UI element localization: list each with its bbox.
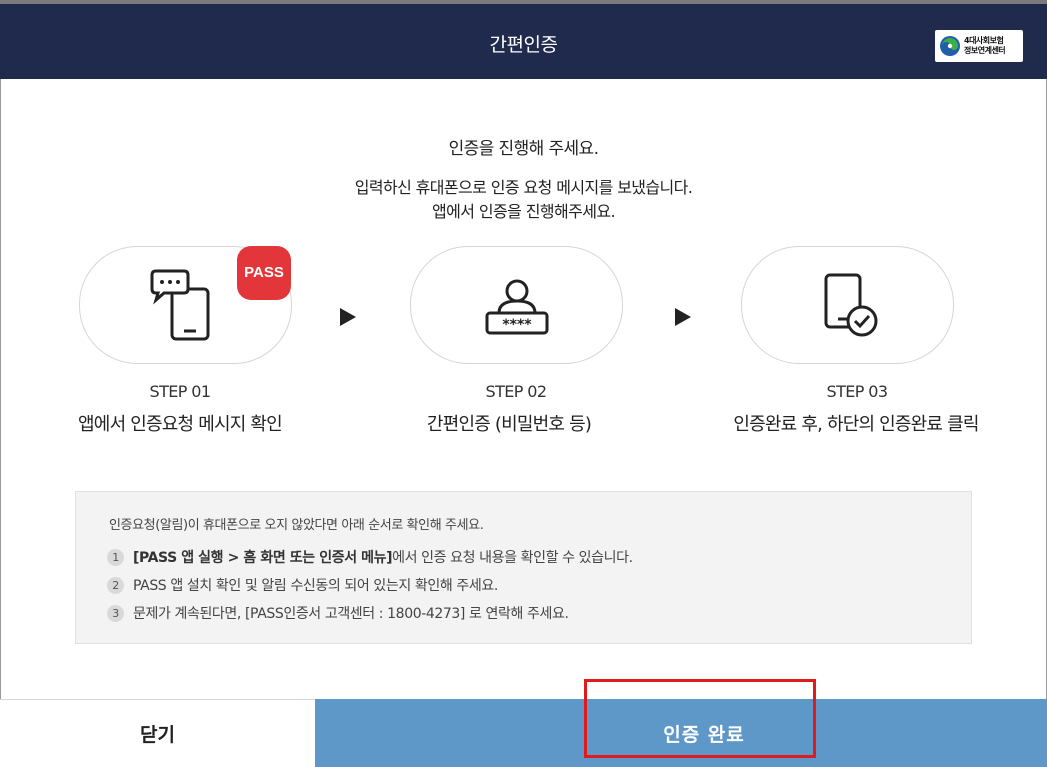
notice-item: 2 PASS 앱 설치 확인 및 알림 수신동의 되어 있는지 확인해 주세요. bbox=[107, 575, 498, 595]
left-border bbox=[0, 79, 1, 699]
header-bar: 간편인증 4대사회보험 정보연계센터 bbox=[0, 4, 1047, 79]
step-2-description: 간편인증 (비밀번호 등) bbox=[426, 414, 592, 435]
arrow-right-icon bbox=[675, 308, 691, 326]
arrow-right-icon bbox=[340, 308, 356, 326]
password-user-icon: **** bbox=[485, 279, 549, 335]
step-3-card bbox=[741, 246, 954, 364]
step-1-description: 앱에서 인증요청 메시지 확인 bbox=[78, 414, 283, 435]
notice-item: 1 [PASS 앱 실행 > 홈 화면 또는 인증서 메뉴] 에서 인증 요청 … bbox=[107, 547, 633, 567]
page-title: 간편인증 bbox=[489, 34, 558, 56]
step-3-number: STEP 03 bbox=[826, 382, 889, 401]
step-number-badge: 3 bbox=[107, 604, 124, 622]
swirl-logo-icon bbox=[940, 36, 960, 56]
intro-text-1: 입력하신 휴대폰으로 인증 요청 메시지를 보냈습니다. bbox=[354, 178, 693, 197]
notice-item-text: 에서 인증 요청 내용을 확인할 수 있습니다. bbox=[392, 550, 633, 566]
notice-item-text: 문제가 계속된다면, [PASS인증서 고객센터 : 1800-4273] 로 … bbox=[133, 606, 569, 622]
step-1-number: STEP 01 bbox=[149, 382, 212, 401]
phone-check-icon bbox=[824, 273, 878, 337]
svg-text:****: **** bbox=[502, 317, 532, 333]
logo-line1: 4대사회보험 bbox=[964, 36, 1004, 45]
phone-message-icon bbox=[150, 269, 210, 341]
close-button[interactable]: 닫기 bbox=[0, 699, 315, 767]
auth-complete-button[interactable]: 인증 완료 bbox=[315, 699, 1047, 767]
step-3-description: 인증완료 후, 하단의 인증완료 클릭 bbox=[733, 414, 979, 435]
agency-logo: 4대사회보험 정보연계센터 bbox=[935, 30, 1023, 62]
notice-box: 인증요청(알림)이 휴대폰으로 오지 않았다면 아래 순서로 확인해 주세요. … bbox=[75, 491, 972, 644]
intro-heading: 인증을 진행해 주세요. bbox=[448, 139, 599, 159]
notice-item-text: PASS 앱 설치 확인 및 알림 수신동의 되어 있는지 확인해 주세요. bbox=[133, 578, 498, 594]
logo-line2: 정보연계센터 bbox=[964, 46, 1006, 55]
step-2-card: **** bbox=[410, 246, 623, 364]
step-number-badge: 1 bbox=[107, 548, 124, 566]
notice-item-bold: [PASS 앱 실행 > 홈 화면 또는 인증서 메뉴] bbox=[133, 550, 393, 566]
intro-text-2: 앱에서 인증을 진행해주세요. bbox=[432, 202, 616, 221]
notice-item: 3 문제가 계속된다면, [PASS인증서 고객센터 : 1800-4273] … bbox=[107, 603, 569, 623]
pass-app-badge: PASS bbox=[237, 246, 291, 300]
notice-heading: 인증요청(알림)이 휴대폰으로 오지 않았다면 아래 순서로 확인해 주세요. bbox=[109, 518, 484, 533]
step-number-badge: 2 bbox=[107, 576, 124, 594]
step-2-number: STEP 02 bbox=[485, 382, 548, 401]
